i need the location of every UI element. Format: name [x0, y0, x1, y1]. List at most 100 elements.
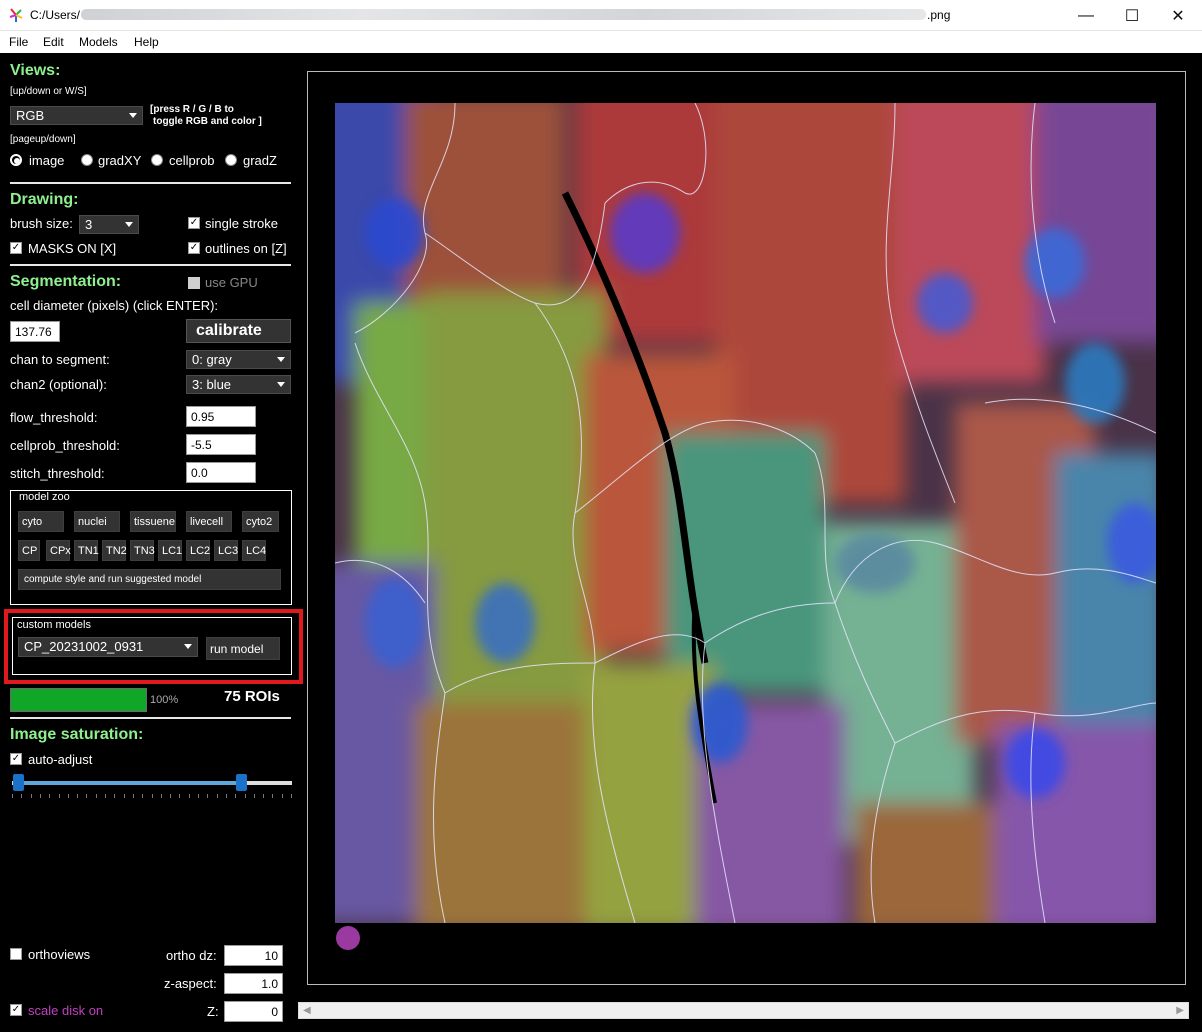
model-tissuenet-button[interactable]: tissuenet: [130, 511, 176, 532]
slider-tick: [151, 794, 153, 798]
single-stroke-checkbox[interactable]: ✓: [188, 217, 200, 229]
chan2-label: chan2 (optional):: [10, 377, 107, 392]
model-cyto2-button[interactable]: cyto2: [242, 511, 279, 532]
slider-tick: [160, 794, 162, 798]
cellprob-threshold-input[interactable]: -5.5: [186, 434, 256, 455]
saturation-low-handle[interactable]: [13, 774, 24, 791]
z-aspect-input[interactable]: 1.0: [224, 973, 283, 994]
chan2-select[interactable]: 3: blue: [186, 375, 291, 394]
progress-label: 100%: [150, 694, 179, 706]
cell-image: [335, 103, 1156, 923]
stitch-threshold-label: stitch_threshold:: [10, 466, 105, 481]
slider-tick: [86, 794, 88, 798]
control-panel: Views: [up/down or W/S] RGB [press R / G…: [0, 53, 303, 1032]
calibrate-button[interactable]: calibrate: [186, 319, 291, 343]
slider-tick: [198, 794, 199, 798]
model-cp-button[interactable]: CP: [18, 540, 40, 561]
scroll-left-icon[interactable]: ◀: [303, 1005, 311, 1016]
model-tn3-button[interactable]: TN3: [130, 540, 155, 561]
slider-tick: [123, 794, 125, 798]
ortho-dz-input[interactable]: 10: [224, 945, 283, 966]
z-aspect-label: z-aspect:: [164, 976, 217, 991]
slider-tick: [58, 794, 60, 798]
chan-label: chan to segment:: [10, 352, 110, 367]
views-hint-pageupdown: [pageup/down]: [10, 134, 76, 145]
outlines-on-checkbox[interactable]: ✓: [188, 242, 200, 254]
saturation-heading: Image saturation:: [10, 726, 144, 743]
radio-image[interactable]: [10, 154, 22, 166]
chevron-down-icon: [277, 357, 285, 362]
menu-models[interactable]: Models: [79, 35, 118, 49]
model-lc3-button[interactable]: LC3: [214, 540, 238, 561]
brush-size-select[interactable]: 3: [79, 215, 139, 234]
flow-threshold-input[interactable]: 0.95: [186, 406, 256, 427]
close-button[interactable]: ✕: [1155, 0, 1201, 31]
model-nuclei-button[interactable]: nuclei: [74, 511, 120, 532]
scroll-right-icon[interactable]: ▶: [1176, 1005, 1184, 1016]
saturation-slider-range: [19, 781, 241, 785]
use-gpu-checkbox[interactable]: [188, 277, 200, 289]
slider-tick: [49, 794, 51, 798]
chevron-down-icon: [125, 222, 133, 227]
radio-gradz-label: gradZ: [243, 153, 277, 168]
orthoviews-checkbox[interactable]: [10, 948, 22, 960]
slider-tick: [114, 794, 116, 798]
radio-gradz[interactable]: [225, 154, 237, 166]
brush-size-label: brush size:: [10, 216, 73, 231]
divider: [10, 264, 291, 266]
model-lc4-button[interactable]: LC4: [242, 540, 266, 561]
slider-tick: [132, 794, 134, 798]
model-cpx-button[interactable]: CPx: [46, 540, 71, 561]
maximize-button[interactable]: ☐: [1109, 0, 1155, 31]
model-livecell-button[interactable]: livecell: [186, 511, 232, 532]
radio-image-label: image: [29, 153, 65, 168]
view-mode-select[interactable]: RGB: [10, 106, 143, 125]
slider-tick: [216, 794, 218, 798]
model-lc2-button[interactable]: LC2: [186, 540, 210, 561]
rgb-hint-line2: toggle RGB and color ]: [153, 116, 262, 127]
slider-tick: [39, 794, 41, 798]
model-cyto-button[interactable]: cyto: [18, 511, 64, 532]
slider-tick: [235, 794, 237, 798]
horizontal-scrollbar[interactable]: ◀ ▶: [298, 1002, 1189, 1019]
suggest-model-button[interactable]: compute style and run suggested model: [18, 569, 281, 590]
model-tn2-button[interactable]: TN2: [102, 540, 127, 561]
slider-ticks: [12, 794, 292, 799]
title-bar: C:/Users/.png — ☐ ✕: [0, 0, 1202, 31]
masks-on-label: MASKS ON [X]: [28, 241, 117, 256]
model-lc1-button[interactable]: LC1: [158, 540, 182, 561]
minimize-button[interactable]: —: [1063, 0, 1109, 31]
masks-on-checkbox[interactable]: ✓: [10, 242, 22, 254]
model-tn1-button[interactable]: TN1: [74, 540, 99, 561]
z-input[interactable]: 0: [224, 1001, 283, 1022]
scale-disk-checkbox[interactable]: ✓: [10, 1004, 22, 1016]
redacted-path: [81, 9, 927, 20]
single-stroke-label: single stroke: [205, 216, 278, 231]
segmentation-heading: Segmentation:: [10, 273, 122, 290]
chan-select[interactable]: 0: gray: [186, 350, 291, 369]
cellpose-app-icon: [9, 8, 23, 22]
diameter-input[interactable]: 137.76: [10, 321, 60, 342]
auto-adjust-checkbox[interactable]: ✓: [10, 753, 22, 765]
slider-tick: [142, 794, 144, 798]
saturation-high-handle[interactable]: [236, 774, 247, 791]
use-gpu-label: use GPU: [205, 275, 258, 290]
stitch-threshold-input[interactable]: 0.0: [186, 462, 256, 483]
slider-tick: [30, 794, 32, 798]
roi-count: 75 ROIs: [224, 688, 280, 705]
slider-tick: [105, 794, 106, 798]
progress-bar: [10, 688, 147, 712]
menu-edit[interactable]: Edit: [43, 35, 64, 49]
radio-gradxy-label: gradXY: [98, 153, 142, 168]
flow-threshold-label: flow_threshold:: [10, 410, 98, 425]
slider-tick: [21, 794, 23, 798]
radio-cellprob[interactable]: [151, 154, 163, 166]
divider: [10, 717, 291, 719]
scale-disk-label: scale disk on: [28, 1003, 104, 1018]
diameter-label: cell diameter (pixels) (click ENTER):: [10, 298, 219, 313]
slider-tick: [225, 794, 227, 798]
radio-gradxy[interactable]: [81, 154, 93, 166]
segmentation-image-canvas[interactable]: [335, 103, 1156, 923]
menu-help[interactable]: Help: [134, 35, 159, 49]
menu-file[interactable]: File: [9, 35, 28, 49]
